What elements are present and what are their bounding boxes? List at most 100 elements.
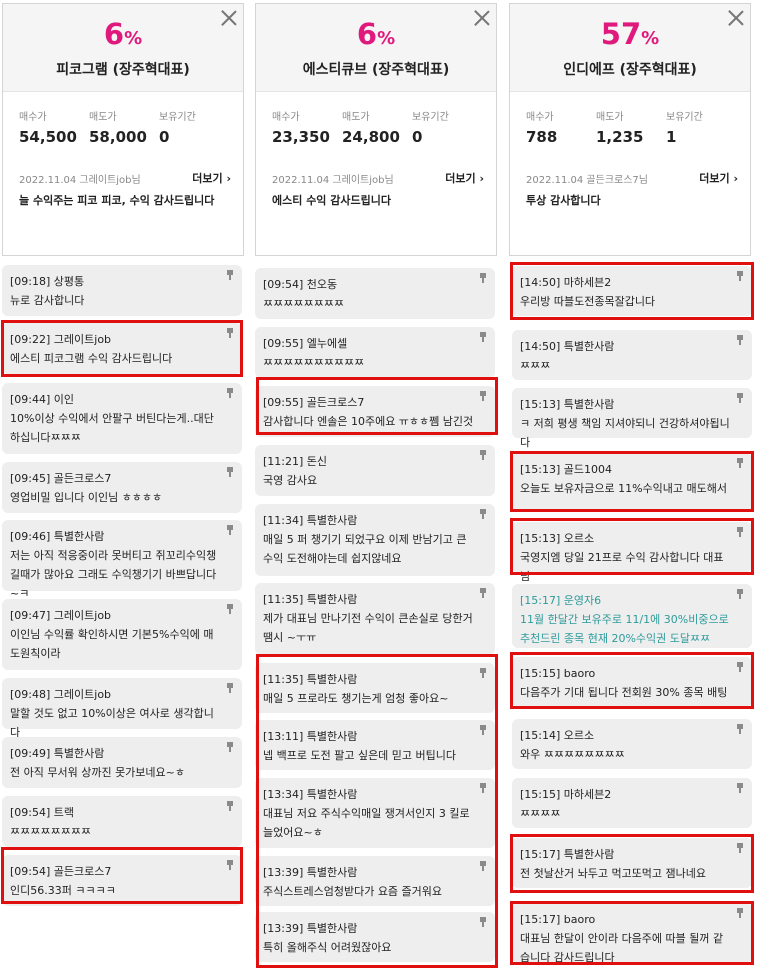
pin-icon[interactable] <box>736 393 744 403</box>
comment-header: [15:14] 오르소 <box>520 729 595 742</box>
comment-item: [15:15] baoro 다음주가 기대 됩니다 전회원 30% 종목 배팅 <box>512 657 752 707</box>
comment-header: [15:13] 오르소 <box>520 532 595 545</box>
buy-price: 54,500 <box>19 128 77 146</box>
pin-icon[interactable] <box>736 724 744 734</box>
comment-item: [09:46] 특별한사람저는 아직 적응중이라 못버티고 쥐꼬리수익챙길때가 … <box>2 520 242 600</box>
sell-label: 매도가 <box>342 112 370 123</box>
comment-header: [11:35] 특별한사람 <box>263 593 358 606</box>
close-icon[interactable] <box>221 10 237 26</box>
pin-icon[interactable] <box>736 908 744 918</box>
pin-icon[interactable] <box>226 604 234 614</box>
stock-name: 피코그램 (장주혁대표) <box>56 62 190 78</box>
pin-icon[interactable] <box>479 273 487 283</box>
comment-header: [14:50] 마하세븐2 <box>520 276 612 289</box>
pin-icon[interactable] <box>736 662 744 672</box>
comment-item: [09:45] 골든크로스7 영업비밀 입니다 이인님 ㅎㅎㅎㅎ <box>2 462 242 513</box>
pin-icon[interactable] <box>226 742 234 752</box>
comment-text: 저는 아직 적응중이라 못버티고 쥐꼬리수익챙길때가 많아요 그래도 수익챙기기… <box>10 549 217 600</box>
pin-icon[interactable] <box>226 525 234 535</box>
post-message: 투상 감사합니다 <box>526 194 601 207</box>
sell-price: 58,000 <box>89 128 147 146</box>
comment-header: [15:13] 골드1004 <box>520 463 613 476</box>
stock-name: 인디에프 (장주혁대표) <box>563 62 697 78</box>
pin-icon[interactable] <box>479 783 487 793</box>
comment-item: [14:50] 마하세븐2 우리방 따블도전종목잘갑니다 <box>512 266 752 316</box>
comment-header: [09:48] 그레이트job <box>10 688 112 701</box>
hold-period: 0 <box>159 128 170 146</box>
comment-header: [09:46] 특별한사람 <box>10 530 105 543</box>
pin-icon[interactable] <box>479 725 487 735</box>
stock-card: 6% 에스티큐브 (장주혁대표) 매수가 23,350 매도가 24,800 보유기… <box>255 3 497 256</box>
sell-price: 24,800 <box>342 128 400 146</box>
pin-icon[interactable] <box>479 332 487 342</box>
more-link[interactable]: 더보기 › <box>192 170 231 186</box>
return-percent: 6% <box>356 17 396 51</box>
comment-header: [09:54] 천오동 <box>263 278 338 291</box>
pin-icon[interactable] <box>226 683 234 693</box>
comment-item: [09:54] 천오동 ㅉㅉㅉㅉㅉㅉㅉㅉ <box>255 268 495 319</box>
comment-text: ㅉㅉㅉㅉㅉㅉㅉㅉㅉㅉ <box>263 356 365 369</box>
close-icon[interactable] <box>474 10 490 26</box>
comment-text: ㅋ 저희 평생 책임 지셔야되니 건강하셔야됩니다 <box>520 417 730 449</box>
post-message: 에스티 수익 감사드립니다 <box>272 194 391 207</box>
pin-icon[interactable] <box>479 861 487 871</box>
comment-header: [09:44] 이인 <box>10 393 75 406</box>
comment-text: 와우 ㅉㅉㅉㅉㅉㅉㅉㅉ <box>520 748 625 761</box>
comment-item: [09:54] 트랙 ㅉㅉㅉㅉㅉㅉㅉㅉ <box>2 796 242 847</box>
pin-icon[interactable] <box>479 588 487 598</box>
comment-text: 주식스트레스엄청받다가 요즘 즐거워요 <box>263 885 443 898</box>
comment-text: ㅉㅉㅉㅉㅉㅉㅉㅉ <box>263 297 344 310</box>
pin-icon[interactable] <box>479 450 487 460</box>
more-link[interactable]: 더보기 › <box>445 170 484 186</box>
comment-text: 특히 올해주식 어려웠잖아요 <box>263 941 392 954</box>
pin-icon[interactable] <box>736 458 744 468</box>
comment-header: [11:21] 돈신 <box>263 455 328 468</box>
comment-header: [09:45] 골든크로스7 <box>10 472 112 485</box>
pin-icon[interactable] <box>736 527 744 537</box>
comment-header: [09:54] 트랙 <box>10 806 75 819</box>
pin-icon[interactable] <box>736 271 744 281</box>
pin-icon[interactable] <box>226 328 234 338</box>
pin-icon[interactable] <box>736 335 744 345</box>
comment-header: [09:47] 그레이트job <box>10 609 112 622</box>
comment-header: [15:15] baoro <box>520 667 596 680</box>
comment-text: 넵 백프로 도전 팔고 싶은데 믿고 버팁니다 <box>263 749 457 762</box>
pin-icon[interactable] <box>479 509 487 519</box>
pin-icon[interactable] <box>226 860 234 870</box>
close-icon[interactable] <box>728 10 744 26</box>
buy-price: 788 <box>526 128 558 146</box>
comment-header: [13:11] 특별한사람 <box>263 730 358 743</box>
post-meta: 2022.11.04 골든크로스7님 <box>526 175 648 186</box>
comment-item: [13:39] 특별한사람 특히 올해주식 어려웠잖아요 <box>255 912 495 962</box>
comment-text: 대표님 한달이 안이라 다음주에 따블 될꺼 같습니다 감사드립니다 <box>520 932 724 964</box>
return-percent: 6% <box>103 17 143 51</box>
sell-label: 매도가 <box>89 112 117 123</box>
pin-icon[interactable] <box>479 668 487 678</box>
comment-item: [11:34] 특별한사람 매일 5 퍼 챙기기 되었구요 이제 반남기고 큰수익… <box>255 504 495 576</box>
pin-icon[interactable] <box>226 270 234 280</box>
comment-item: [11:35] 특별한사람 매일 5 프로라도 챙기는게 엄청 좋아요~ <box>255 663 495 713</box>
stats: 매수가 23,350 매도가 24,800 보유기간 0 <box>272 108 486 148</box>
comment-text: 우리방 따블도전종목잘갑니다 <box>520 295 656 308</box>
pin-icon[interactable] <box>736 589 744 599</box>
comment-text: 이인님 수익률 확인하시면 기본5%수익에 매도원칙이라 <box>10 628 214 660</box>
comment-text: 국영지엠 당일 21프로 수익 감사합니다 대표님 <box>520 551 724 583</box>
pin-icon[interactable] <box>226 801 234 811</box>
comment-text: 에스티 피코그램 수익 감사드립니다 <box>10 352 173 365</box>
pin-icon[interactable] <box>736 783 744 793</box>
comment-text: 다음주가 기대 됩니다 전회원 30% 종목 배팅 <box>520 686 728 699</box>
comment-item: [11:35] 특별한사람 제가 대표님 만나기전 수익이 큰손실로 당한거땜시 … <box>255 583 495 655</box>
pin-icon[interactable] <box>479 917 487 927</box>
comment-text: ㅉㅉㅉ <box>520 359 551 372</box>
comment-header: [13:34] 특별한사람 <box>263 788 358 801</box>
stats: 매수가 788 매도가 1,235 보유기간 1 <box>526 108 740 148</box>
card-header: 6% 피코그램 (장주혁대표) <box>3 4 243 92</box>
pin-icon[interactable] <box>479 391 487 401</box>
pin-icon[interactable] <box>736 843 744 853</box>
pin-icon[interactable] <box>226 467 234 477</box>
comment-header: [15:17] 특별한사람 <box>520 848 615 861</box>
more-link[interactable]: 더보기 › <box>699 170 738 186</box>
pin-icon[interactable] <box>226 388 234 398</box>
comment-header: [15:15] 마하세븐2 <box>520 788 612 801</box>
comment-text: 뉴로 감사합니다 <box>10 294 85 307</box>
